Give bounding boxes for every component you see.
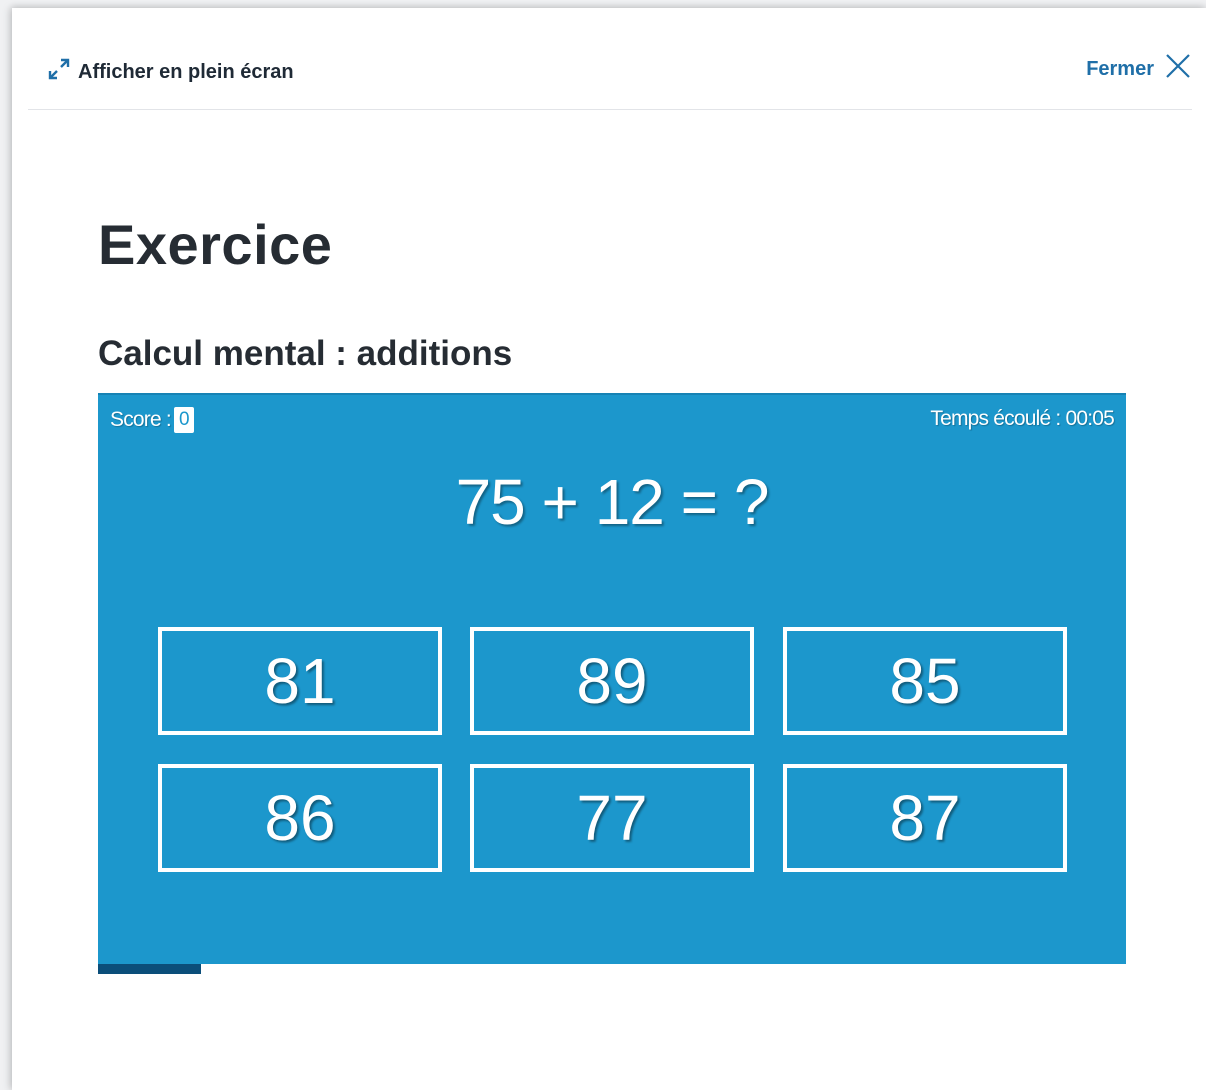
fullscreen-button[interactable]: Afficher en plein écran	[46, 56, 294, 88]
answer-button[interactable]: 81	[158, 627, 442, 735]
progress-fill	[98, 964, 201, 974]
answer-button[interactable]: 85	[783, 627, 1067, 735]
question-text: 75 + 12 = ?	[455, 466, 770, 538]
close-button[interactable]: Fermer	[1086, 52, 1192, 86]
close-x-icon	[1164, 52, 1192, 86]
fullscreen-label: Afficher en plein écran	[78, 60, 294, 83]
answer-button[interactable]: 89	[470, 627, 754, 735]
answer-button[interactable]: 77	[470, 764, 754, 872]
answer-button[interactable]: 87	[783, 764, 1067, 872]
answer-button[interactable]: 86	[158, 764, 442, 872]
close-label: Fermer	[1086, 57, 1154, 80]
score-value: 0	[173, 407, 194, 433]
exercise-modal: Afficher en plein écran Fermer Exercice …	[12, 8, 1206, 1090]
score-label: Score :	[110, 408, 172, 431]
modal-header: Afficher en plein écran Fermer	[28, 8, 1192, 110]
exercise-title: Calcul mental : additions	[98, 334, 513, 373]
progress-bar	[98, 964, 1126, 974]
expand-arrows-icon	[46, 56, 72, 88]
elapsed-timer: Temps écoulé : 00:05	[930, 407, 1114, 430]
game-area: Score : 0 Temps écoulé : 00:05 75 + 12 =…	[98, 393, 1126, 964]
score-display: Score : 0	[110, 407, 194, 433]
page-title: Exercice	[98, 213, 333, 276]
